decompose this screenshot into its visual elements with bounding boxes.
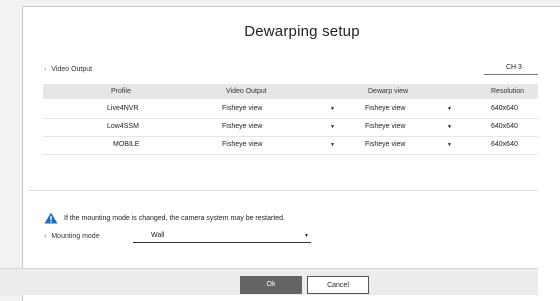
video-output-section: › Video Output <box>44 66 92 73</box>
profile-cell: MOBILE <box>113 141 140 148</box>
mounting-mode-select[interactable]: Wall ▼ <box>133 229 311 243</box>
table-row: Low4SSM Fisheye view ▼ Fisheye view ▼ 64… <box>43 118 538 137</box>
profile-cell: Low4SSM <box>107 123 139 130</box>
mounting-mode-row: › Mounting mode <box>44 233 100 240</box>
header-profile: Profile <box>111 88 131 95</box>
dialog-title: Dewarping setup <box>244 23 360 40</box>
dewarp-view-select[interactable]: Fisheye view <box>365 100 405 118</box>
warning-message: If the mounting mode is changed, the cam… <box>44 212 285 224</box>
header-dewarp-view: Dewarp view <box>368 88 409 95</box>
warning-icon <box>44 212 58 224</box>
video-output-select[interactable]: Fisheye view <box>222 136 262 154</box>
mounting-mode-label: Mounting mode <box>51 233 100 240</box>
mounting-mode-value: Wall <box>151 232 165 239</box>
dewarp-view-select[interactable]: Fisheye view <box>365 118 405 136</box>
section-divider <box>28 190 538 191</box>
dropdown-arrow-icon[interactable]: ▼ <box>304 229 309 243</box>
table-row: Live4NVR Fisheye view ▼ Fisheye view ▼ 6… <box>43 100 538 119</box>
profile-cell: Live4NVR <box>107 105 139 112</box>
dropdown-arrow-icon[interactable]: ▼ <box>447 100 452 118</box>
resolution-cell: 640x640 <box>491 141 518 148</box>
dropdown-arrow-icon[interactable]: ▼ <box>447 136 452 154</box>
channel-select[interactable]: CH 3 <box>484 61 538 75</box>
ok-button[interactable]: Ok <box>240 276 302 294</box>
bullet-icon: › <box>44 233 47 240</box>
table-row: MOBILE Fisheye view ▼ Fisheye view ▼ 640… <box>43 136 538 155</box>
dropdown-arrow-icon[interactable]: ▼ <box>330 100 335 118</box>
cancel-button[interactable]: Cancel <box>307 276 369 294</box>
dropdown-arrow-icon[interactable]: ▼ <box>330 118 335 136</box>
resolution-cell: 640x640 <box>491 123 518 130</box>
dropdown-arrow-icon[interactable]: ▼ <box>447 118 452 136</box>
video-output-select[interactable]: Fisheye view <box>222 118 262 136</box>
resolution-cell: 640x640 <box>491 105 518 112</box>
video-output-select[interactable]: Fisheye view <box>222 100 262 118</box>
warning-text: If the mounting mode is changed, the cam… <box>64 214 285 222</box>
video-output-label: Video Output <box>51 66 93 73</box>
channel-value: CH 3 <box>506 64 522 71</box>
table-header: Profile Video Output Dewarp view Resolut… <box>43 84 538 99</box>
dewarp-view-select[interactable]: Fisheye view <box>365 136 405 154</box>
bullet-icon: › <box>44 66 47 73</box>
dropdown-arrow-icon[interactable]: ▼ <box>330 136 335 154</box>
header-resolution: Resolution <box>491 88 525 95</box>
header-video-output: Video Output <box>226 88 267 95</box>
